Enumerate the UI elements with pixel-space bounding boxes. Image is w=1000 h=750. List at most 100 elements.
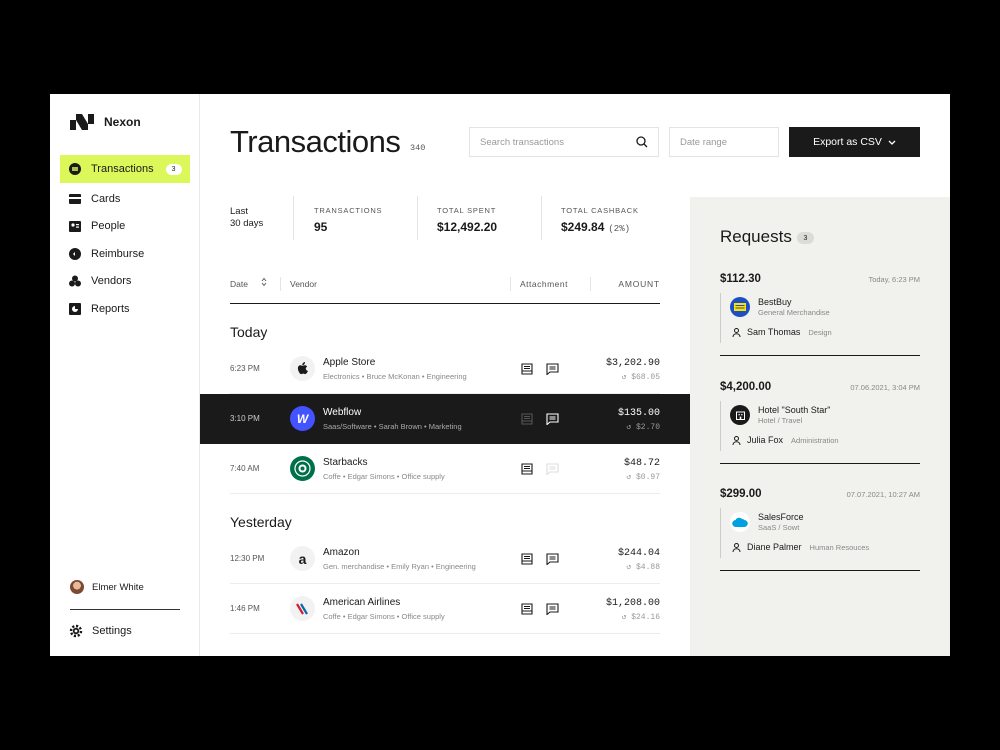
comment-icon[interactable] (546, 552, 559, 570)
cashback-icon: ↺ (621, 373, 632, 382)
request-item[interactable]: $112.30 Today, 6:23 PM BestBuy General M… (720, 273, 920, 381)
table-row[interactable]: 1:46 PM American Airlines Coffe • Edgar … (200, 584, 690, 634)
cashback-icon: ↺ (626, 423, 636, 432)
divider (280, 277, 281, 291)
comment-icon[interactable] (546, 462, 559, 480)
export-label: Export as CSV (813, 136, 882, 148)
chevron-down-icon (888, 140, 896, 145)
table-row[interactable]: 12:30 PM a Amazon Gen. merchandise • Emi… (200, 534, 690, 584)
gear-icon (69, 624, 83, 638)
cashback-amount: $0.97 (635, 473, 660, 482)
col-attachment[interactable]: Attachment (520, 279, 568, 289)
request-amount: $4,200.00 (720, 381, 772, 393)
brand: Nexon (70, 114, 141, 130)
vendors-icon (69, 275, 81, 287)
row-time: 3:10 PM (230, 414, 260, 423)
cashback-percent: (2%) (608, 224, 630, 234)
sidebar-item-label: Cards (91, 192, 121, 205)
comment-icon[interactable] (546, 602, 559, 620)
transactions-count: 340 (410, 143, 426, 153)
request-person-name: Diane Palmer (747, 542, 802, 552)
row-cashback: ↺ $4.88 (626, 562, 660, 572)
reimburse-icon (69, 247, 81, 260)
sidebar-item-people[interactable]: People (60, 213, 190, 241)
stats-bar: Last 30 days TRANSACTIONS 95 TOTAL SPENT… (230, 196, 690, 240)
col-vendor[interactable]: Vendor (290, 279, 317, 289)
sidebar-item-vendors[interactable]: Vendors (60, 268, 190, 296)
row-time: 12:30 PM (230, 554, 265, 563)
stat-value: $12,492.20 (437, 220, 498, 234)
comment-icon[interactable] (546, 362, 559, 380)
receipt-icon[interactable] (521, 412, 533, 430)
user-icon (732, 327, 741, 337)
stat-label: TRANSACTIONS (314, 206, 383, 215)
divider (70, 609, 180, 610)
request-dept: Design (808, 327, 832, 337)
vendor-name: Starbacks (323, 457, 368, 468)
period-selector[interactable]: Last 30 days (230, 206, 263, 250)
comment-icon[interactable] (546, 412, 559, 430)
sort-icon[interactable] (261, 277, 267, 289)
period-line-2: 30 days (230, 218, 264, 229)
request-item[interactable]: $4,200.00 07.06.2021, 3:04 PM Hotel "Sou… (720, 381, 920, 489)
period-line-1: Last (230, 206, 248, 217)
request-item[interactable]: $299.00 07.07.2021, 10:27 AM SalesForce … (720, 488, 920, 596)
sidebar-item-label: Vendors (91, 275, 132, 288)
receipt-icon[interactable] (521, 362, 533, 380)
row-amount: $48.72 (623, 458, 660, 469)
request-vendor: BestBuy (758, 297, 792, 307)
amazon-icon: a (290, 546, 315, 571)
row-amount: $3,202.90 (605, 358, 660, 369)
row-cashback: ↺ $0.97 (626, 472, 660, 482)
vendor-name: Webflow (323, 407, 362, 418)
settings-button[interactable]: Settings (69, 624, 132, 638)
export-csv-button[interactable]: Export as CSV (789, 127, 920, 157)
row-cashback: ↺ $24.16 (622, 612, 660, 622)
divider (720, 293, 721, 343)
table-header: Date Vendor Attachment AMOUNT (230, 277, 660, 304)
cashback-icon: ↺ (626, 563, 636, 572)
row-time: 7:40 AM (230, 464, 260, 473)
search-icon[interactable] (636, 136, 648, 148)
table-row[interactable]: 6:23 PM Apple Store Electronics • Bruce … (200, 344, 690, 394)
stat-value: 95 (314, 220, 328, 234)
sidebar-item-cards[interactable]: Cards (60, 185, 190, 213)
sidebar-item-label: Reports (91, 302, 130, 315)
american-airlines-icon (290, 596, 315, 621)
sidebar-item-transactions[interactable]: Transactions 3 (60, 155, 190, 183)
reports-icon (69, 302, 81, 315)
current-user[interactable]: Elmer White (70, 580, 144, 594)
app-window: Nexon Transactions 3 Cards People Reimbu… (50, 94, 950, 656)
sidebar-item-reports[interactable]: Reports (60, 295, 190, 323)
receipt-icon[interactable] (521, 602, 533, 620)
stat-value: $249.84 (2%) (561, 220, 639, 234)
sidebar-item-reimburse[interactable]: Reimburse (60, 240, 190, 268)
group-label-today: Today (230, 324, 268, 340)
table-row-selected[interactable]: 3:10 PM W Webflow Saas/Software • Sarah … (200, 394, 690, 444)
requests-count-badge: 3 (797, 232, 814, 244)
user-icon (732, 435, 741, 445)
col-date[interactable]: Date (230, 279, 248, 289)
divider (541, 196, 542, 240)
cashback-amount: $68.05 (631, 373, 660, 382)
hotel-icon (730, 405, 750, 425)
vendor-name: Apple Store (323, 357, 376, 368)
table-row[interactable]: 7:40 AM Starbacks Coffe • Edgar Simons •… (200, 444, 690, 494)
row-time: 1:46 PM (230, 604, 260, 613)
col-amount[interactable]: AMOUNT (618, 279, 660, 289)
vendor-name: American Airlines (323, 597, 401, 608)
receipt-icon[interactable] (521, 552, 533, 570)
user-name: Elmer White (92, 581, 144, 593)
cashback-icon: ↺ (621, 613, 632, 622)
stat-total-cashback: TOTAL CASHBACK $249.84 (2%) (561, 206, 639, 250)
requests-panel: Requests 3 $112.30 Today, 6:23 PM BestBu… (690, 197, 950, 656)
sidebar-item-label: People (91, 220, 126, 233)
divider (293, 196, 294, 240)
apple-icon (290, 356, 315, 381)
stat-label: TOTAL SPENT (437, 206, 497, 215)
receipt-icon[interactable] (521, 462, 533, 480)
divider (720, 355, 920, 356)
search-input[interactable] (480, 136, 636, 148)
request-dept: Human Resouces (809, 542, 870, 552)
cashback-amount: $2.70 (635, 423, 660, 432)
